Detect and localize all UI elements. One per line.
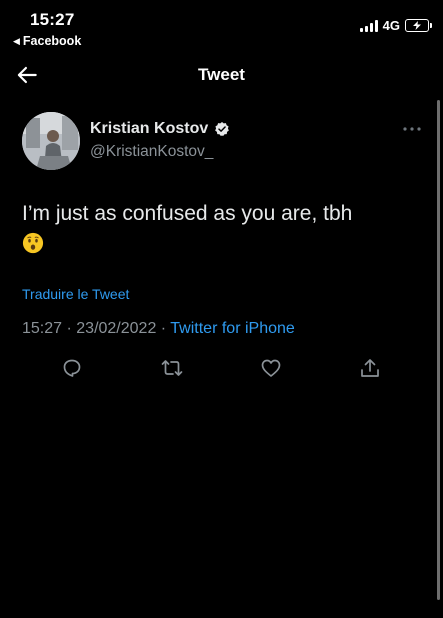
status-bar: 15:27 ◀ Facebook 4G	[0, 0, 443, 52]
author-name-text: Kristian Kostov	[90, 120, 209, 137]
signal-icon	[359, 19, 378, 32]
tweet-author: Kristian Kostov @KristianKostov_	[22, 112, 422, 172]
tweet-source-link[interactable]: Twitter for iPhone	[170, 320, 295, 337]
back-app-label: Facebook	[22, 34, 82, 48]
tweet-time: 15:27	[22, 320, 63, 337]
share-icon[interactable]	[358, 356, 382, 380]
tweet-action-bar	[0, 356, 443, 384]
tweet-text: I’m just as confused as you are, tbh	[22, 199, 412, 259]
page-title: Tweet	[198, 65, 245, 84]
back-triangle-icon: ◀	[13, 35, 20, 46]
more-options-icon[interactable]	[402, 126, 422, 132]
tweet-date: 23/02/2022	[76, 320, 157, 337]
nav-header: Tweet	[0, 52, 443, 98]
meta-separator: ·	[62, 320, 77, 337]
verified-badge-icon	[215, 122, 230, 136]
reply-icon[interactable]	[60, 356, 84, 380]
battery-charging-icon	[405, 19, 432, 32]
avatar[interactable]	[22, 112, 80, 170]
retweet-icon[interactable]	[160, 356, 184, 380]
translate-tweet-link[interactable]: Traduire le Tweet	[22, 286, 129, 302]
status-time: 15:27	[30, 10, 75, 29]
back-to-app-link[interactable]: ◀ Facebook	[13, 34, 81, 48]
tweet-meta: 15:27 · 23/02/2022 · Twitter for iPhone	[22, 320, 295, 338]
like-icon[interactable]	[259, 356, 283, 380]
tweet-text-content: I’m just as confused as you are, tbh	[22, 202, 353, 225]
network-type: 4G	[382, 18, 400, 33]
status-indicators: 4G	[359, 18, 432, 33]
scrollbar[interactable]	[437, 100, 440, 600]
hushed-face-emoji	[22, 232, 44, 254]
meta-separator: ·	[156, 320, 171, 337]
author-name[interactable]: Kristian Kostov	[90, 120, 230, 138]
author-handle[interactable]: @KristianKostov_	[90, 143, 213, 161]
